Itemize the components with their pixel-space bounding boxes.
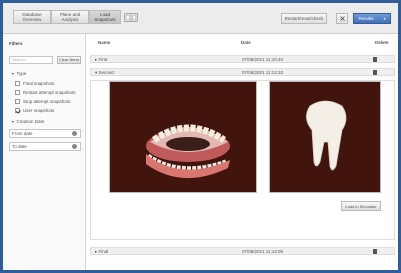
close-icon <box>339 16 345 21</box>
filter-user-snapshots[interactable]: User snapshots <box>15 107 54 114</box>
row-name: Second <box>98 70 114 75</box>
chevron-down-icon: ▼ <box>11 72 15 76</box>
checkbox-label: User snapshots <box>23 108 55 113</box>
column-date: Date <box>241 40 251 45</box>
table-row[interactable]: ▸ Final 07/08/2021 11:14:09 <box>90 247 395 255</box>
chevron-right-icon: ▸ <box>95 249 98 254</box>
results-button[interactable]: Results ▾ <box>353 13 391 24</box>
dental-arch-image <box>109 81 257 193</box>
clear-icon[interactable] <box>72 131 77 136</box>
row-name: First <box>98 57 108 62</box>
from-date-text: From date <box>12 131 33 136</box>
chevron-down-icon: ▾ <box>95 70 98 75</box>
type-section-header[interactable]: ▼ Type <box>11 71 26 76</box>
filter-stop-attempt-snapshots[interactable]: Stop attempt snapshots <box>15 98 70 105</box>
type-label: Type <box>16 71 27 76</box>
row-name: Final <box>98 249 109 254</box>
camera-icon[interactable] <box>124 13 138 22</box>
top-toolbar: Database Overview Plane and Analysis Loa… <box>3 3 398 34</box>
chevron-right-icon: ▸ <box>95 57 98 62</box>
to-date-text: To date <box>12 144 27 149</box>
results-label: Results <box>358 16 374 21</box>
checkbox[interactable] <box>15 81 20 86</box>
chevron-down-icon: ▾ <box>383 16 386 21</box>
tab-database-overview[interactable]: Database Overview <box>13 10 51 24</box>
creation-date-section-header[interactable]: ▼ Creation Date <box>11 119 44 124</box>
row-date: 07/08/2021 11:10:40 <box>242 57 283 62</box>
checkbox-label: Stop attempt snapshots <box>23 99 71 104</box>
clear-icon[interactable] <box>72 144 77 149</box>
clear-filters-button[interactable]: Clear filters <box>57 56 81 64</box>
table-header: Name Date Delete <box>86 40 398 47</box>
column-delete: Delete <box>375 40 389 45</box>
snapshot-preview-panel: Load in Simulator <box>90 80 395 240</box>
to-date-field[interactable]: To date <box>9 142 81 151</box>
filter-final-snapshots[interactable]: Final snapshots <box>15 80 55 87</box>
checkbox[interactable] <box>15 99 20 104</box>
search-input[interactable]: Search... <box>9 56 53 64</box>
filters-title: Filters <box>9 41 23 46</box>
from-date-field[interactable]: From date <box>9 129 81 138</box>
tab-plane-and-analysis[interactable]: Plane and Analysis <box>51 10 89 24</box>
row-date: 07/08/2021 11:14:09 <box>242 249 283 254</box>
filters-sidebar: Filters Search... Clear filters ▼ Type Fi… <box>3 34 86 270</box>
checkbox[interactable] <box>15 90 20 95</box>
chevron-down-icon: ▼ <box>11 120 15 124</box>
checkbox-label: Final snapshots <box>23 81 55 86</box>
table-row[interactable]: ▸ First 07/08/2021 11:10:40 <box>90 55 395 63</box>
tooth-image <box>269 81 381 193</box>
creation-date-label: Creation Date <box>16 119 45 124</box>
trash-icon[interactable] <box>373 70 377 75</box>
trash-icon[interactable] <box>373 57 377 62</box>
close-button[interactable] <box>336 13 348 24</box>
checkbox-label: Restart attempt snapshots <box>23 90 76 95</box>
snapshot-list: Name Date Delete ▸ First 07/08/2021 11:1… <box>86 34 398 270</box>
row-date: 07/08/2021 11:13:33 <box>242 70 283 75</box>
load-in-simulator-button[interactable]: Load in Simulator <box>341 201 381 211</box>
column-name: Name <box>98 40 111 45</box>
table-row[interactable]: ▾ Second 07/08/2021 11:13:33 <box>90 68 395 76</box>
checkbox[interactable] <box>15 108 20 113</box>
filter-restart-attempt-snapshots[interactable]: Restart attempt snapshots <box>15 89 76 96</box>
tab-load-snapshots[interactable]: Load Snapshots <box>89 10 121 24</box>
trash-icon[interactable] <box>373 249 377 254</box>
restart-reset-check-button[interactable]: Restart/reset/check <box>281 13 327 24</box>
app-window: Database Overview Plane and Analysis Loa… <box>0 0 401 273</box>
